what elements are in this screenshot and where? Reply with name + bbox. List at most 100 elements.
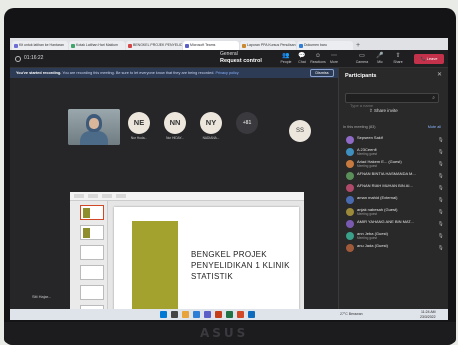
browser-tab[interactable]: Dokumen baru bbox=[297, 41, 353, 50]
shared-screen-powerpoint: BENGKEL PROJEK PENYELIDIKAN 1 KLINIK STA… bbox=[70, 192, 304, 320]
tab-favicon-icon bbox=[242, 43, 246, 48]
chat-icon: 💬 bbox=[298, 53, 306, 59]
teams-icon[interactable] bbox=[204, 311, 211, 318]
share-invite-button[interactable]: ⇪ Share invite bbox=[369, 108, 398, 114]
tab-favicon-icon bbox=[71, 43, 75, 48]
slide-thumbnail bbox=[80, 225, 104, 240]
list-item[interactable]: anjak nabesah (Guest) Meeting guest 🎙 bbox=[343, 206, 447, 218]
new-tab-button[interactable]: + bbox=[354, 41, 362, 50]
mic-muted-icon[interactable]: 🎙 bbox=[438, 173, 444, 179]
mic-muted-icon[interactable]: 🎙 bbox=[438, 185, 444, 191]
reactions-button[interactable]: ☺ Reactions bbox=[310, 53, 326, 64]
participant-search[interactable]: ⌕ bbox=[345, 93, 439, 110]
participant-video[interactable] bbox=[68, 109, 120, 145]
mic-muted-icon[interactable]: 🎙 bbox=[438, 197, 444, 203]
clock: 11:24 AM 23/3/2022 bbox=[420, 310, 436, 319]
person-body bbox=[80, 131, 108, 145]
toolbar-label: Chat bbox=[298, 60, 306, 64]
tab-favicon-icon bbox=[185, 43, 189, 48]
mute-all-button[interactable]: Mute all bbox=[428, 125, 441, 129]
list-item[interactable]: Ariad Hakem E... (Guest) Meeting guest 🎙 bbox=[343, 158, 447, 170]
clock-date: 23/3/2022 bbox=[420, 314, 436, 319]
dismiss-button[interactable]: Dismiss bbox=[310, 69, 334, 77]
list-item[interactable]: AMIR YAHANG ANE BIN MAT... 🎙 bbox=[343, 218, 447, 230]
avatar-ss[interactable]: SS bbox=[289, 120, 311, 142]
store-icon[interactable] bbox=[248, 311, 255, 318]
participant-name: AMIR YAHANG ANE BIN MAT... bbox=[357, 219, 414, 224]
search-icon: ⌕ bbox=[432, 95, 435, 101]
mic-muted-icon[interactable]: 🎙 bbox=[438, 209, 444, 215]
camera-icon: ▭ bbox=[359, 53, 365, 59]
avatar bbox=[346, 196, 354, 204]
list-item[interactable]: A 23Ceenfi Meeting guest 🎙 bbox=[343, 146, 447, 158]
avatar: +81 bbox=[236, 112, 258, 134]
powerpoint-icon[interactable] bbox=[215, 311, 222, 318]
participant-tile[interactable]: NY NADIANA... bbox=[194, 109, 228, 145]
browser-tab[interactable]: Kit untuk latihan ke Hantaran bbox=[12, 41, 68, 50]
participant-tile[interactable]: NE Nur Huda... bbox=[122, 109, 156, 145]
slide-thumbnail bbox=[80, 245, 104, 260]
section-label: In this meeting (83) bbox=[343, 125, 376, 129]
mic-muted-icon[interactable]: 🎙 bbox=[438, 233, 444, 239]
toolbar-label: Reactions bbox=[310, 60, 326, 64]
panel-title: Participants bbox=[345, 73, 377, 79]
browser-tab[interactable]: Kotak Latihan Hari Maklum bbox=[69, 41, 125, 50]
participant-name: anu Jada (Guest) bbox=[357, 243, 388, 248]
list-item[interactable]: Sepseen Sakif 🎙 bbox=[343, 134, 447, 146]
windows-start-icon[interactable] bbox=[160, 311, 167, 318]
person-face bbox=[89, 118, 99, 129]
participant-role: Meeting guest bbox=[357, 164, 378, 168]
ribbon-item bbox=[116, 194, 126, 198]
mic-muted-icon[interactable]: 🎙 bbox=[438, 245, 444, 251]
close-icon[interactable]: ✕ bbox=[437, 71, 442, 78]
mic-muted-icon[interactable]: 🎙 bbox=[438, 137, 444, 143]
browser-tab-bar: Kit untuk latihan ke Hantaran Kotak Latih… bbox=[10, 38, 448, 50]
app-icon[interactable] bbox=[237, 311, 244, 318]
edge-icon[interactable] bbox=[193, 311, 200, 318]
mic-button[interactable]: 🎤 Mic bbox=[372, 53, 388, 64]
list-item[interactable]: AFNAN RIAH MUHAN BIN AI... 🎙 bbox=[343, 182, 447, 194]
list-item[interactable]: AFNAN BINTIA HASMANDA M... 🎙 bbox=[343, 170, 447, 182]
avatar bbox=[346, 232, 354, 240]
toolbar-label: Share bbox=[393, 60, 403, 64]
camera-button[interactable]: ▭ Camera bbox=[354, 53, 370, 64]
mic-muted-icon[interactable]: 🎙 bbox=[438, 221, 444, 227]
people-button[interactable]: 👥 People bbox=[278, 53, 294, 64]
leave-button[interactable]: 📞 Leave bbox=[414, 54, 444, 64]
browser-tab[interactable]: Microsoft Teams bbox=[183, 41, 239, 50]
browser-tab-label: Dokumen baru bbox=[304, 43, 327, 47]
tab-favicon-icon bbox=[14, 43, 18, 48]
share-icon: ⇧ bbox=[395, 53, 401, 59]
participant-tile[interactable]: +81 bbox=[230, 109, 264, 145]
list-item[interactable]: anu Jada (Guest) 🎙 bbox=[343, 242, 447, 254]
list-item[interactable]: aman mahid (External) 🎙 bbox=[343, 194, 447, 206]
browser-tab[interactable]: Laporan PPA Kursus Penulisan bbox=[240, 41, 296, 50]
share-button[interactable]: ⇧ Share bbox=[390, 53, 406, 64]
mic-muted-icon[interactable]: 🎙 bbox=[438, 149, 444, 155]
participant-name: Nur HIDAY... bbox=[166, 136, 184, 140]
banner-strong-text: You've started recording. bbox=[16, 71, 62, 75]
people-icon: 👥 bbox=[282, 53, 290, 59]
file-explorer-icon[interactable] bbox=[182, 311, 189, 318]
ribbon-item bbox=[88, 194, 98, 198]
browser-tab-label: Laporan PPA Kursus Penulisan bbox=[247, 43, 296, 47]
participants-panel: Participants ✕ ⌕ ⇪ Share invite In this … bbox=[338, 68, 448, 320]
browser-tab[interactable]: BENGKEL PROJEK PENYELIDIKAN bbox=[126, 41, 182, 50]
toolbar-label: Mic bbox=[377, 60, 383, 64]
brand-logo: ASUS bbox=[200, 326, 249, 340]
excel-icon[interactable] bbox=[226, 311, 233, 318]
toolbar-label: More bbox=[330, 60, 338, 64]
more-button[interactable]: ⋯ More bbox=[326, 53, 342, 64]
request-control-button[interactable]: Request control bbox=[220, 58, 262, 64]
tab-favicon-icon bbox=[299, 43, 303, 48]
participant-tile[interactable]: NN Nur HIDAY... bbox=[158, 109, 192, 145]
mic-icon: 🎤 bbox=[376, 53, 384, 59]
list-item[interactable]: ann Jeba (Guest) Meeting guest 🎙 bbox=[343, 230, 447, 242]
privacy-policy-link[interactable]: Privacy policy bbox=[215, 71, 238, 75]
mic-muted-icon[interactable]: 🎙 bbox=[438, 161, 444, 167]
participant-name: Nur Huda... bbox=[130, 136, 148, 140]
search-icon[interactable] bbox=[171, 311, 178, 318]
participant-name: NADIANA... bbox=[202, 136, 220, 140]
participant-list: Sepseen Sakif 🎙 A 23Ceenfi Meeting guest 🎙 Ar… bbox=[343, 134, 447, 254]
chat-button[interactable]: 💬 Chat bbox=[294, 53, 310, 64]
